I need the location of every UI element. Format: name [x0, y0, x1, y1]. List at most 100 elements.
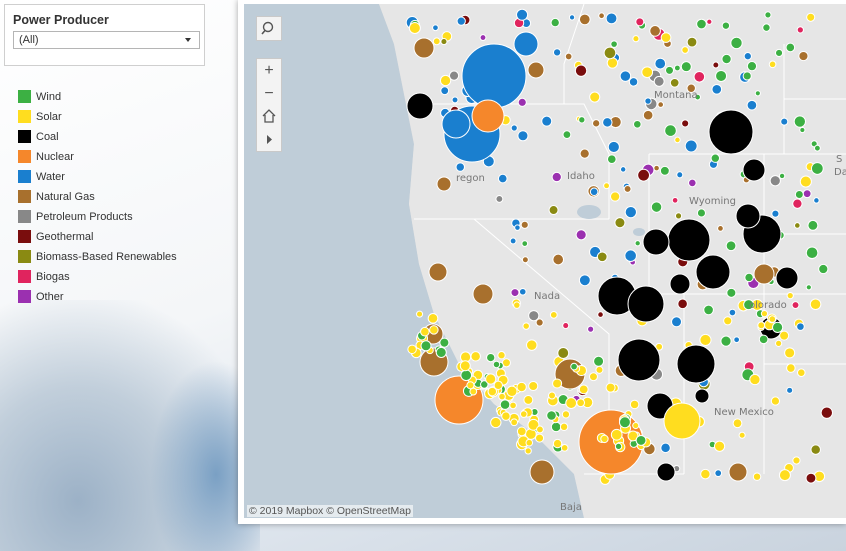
plant-marker[interactable]	[461, 43, 527, 109]
plant-marker[interactable]	[516, 381, 527, 393]
plant-marker[interactable]	[518, 287, 527, 296]
plant-marker[interactable]	[603, 46, 617, 60]
plant-marker[interactable]	[720, 335, 732, 347]
plant-marker[interactable]	[656, 462, 676, 482]
plant-marker[interactable]	[606, 154, 617, 165]
plant-marker[interactable]	[466, 381, 475, 390]
plant-marker[interactable]	[641, 66, 654, 79]
plant-marker[interactable]	[600, 434, 609, 444]
plant-marker[interactable]	[805, 284, 812, 291]
plant-marker[interactable]	[660, 32, 672, 43]
plant-marker[interactable]	[674, 212, 683, 220]
plant-marker[interactable]	[805, 246, 819, 260]
plant-marker[interactable]	[535, 318, 544, 327]
plant-marker[interactable]	[432, 24, 439, 32]
home-icon[interactable]	[257, 105, 281, 128]
plant-marker[interactable]	[664, 124, 677, 137]
plant-marker[interactable]	[791, 301, 800, 310]
plant-marker[interactable]	[680, 61, 692, 73]
plant-marker[interactable]	[523, 395, 534, 405]
plant-marker[interactable]	[811, 162, 824, 175]
power-plant-map[interactable]: Montana Idaho regon Wyoming Nada olorado…	[244, 4, 846, 518]
plant-marker[interactable]	[605, 12, 618, 25]
plant-marker[interactable]	[541, 115, 553, 127]
plant-marker[interactable]	[634, 240, 641, 247]
plant-marker[interactable]	[805, 472, 817, 484]
plant-marker[interactable]	[497, 351, 506, 360]
plant-marker[interactable]	[774, 48, 784, 58]
plant-marker[interactable]	[806, 12, 816, 22]
plant-marker[interactable]	[628, 77, 639, 87]
plant-marker[interactable]	[810, 444, 821, 455]
plant-marker[interactable]	[681, 119, 690, 128]
plant-marker[interactable]	[609, 191, 621, 202]
plant-marker[interactable]	[784, 347, 796, 359]
plant-marker[interactable]	[579, 148, 590, 159]
plant-marker[interactable]	[699, 333, 712, 347]
plant-marker[interactable]	[669, 77, 680, 88]
plant-marker[interactable]	[762, 23, 771, 32]
plant-marker[interactable]	[440, 86, 450, 96]
map-attribution[interactable]: © 2019 Mapbox © OpenStreetMap	[247, 505, 413, 517]
plant-marker[interactable]	[809, 298, 822, 311]
plant-marker[interactable]	[802, 189, 812, 199]
power-producer-select[interactable]: (All)	[13, 31, 200, 49]
plant-marker[interactable]	[607, 140, 620, 154]
plant-marker[interactable]	[420, 340, 432, 352]
plant-marker[interactable]	[528, 380, 539, 392]
plant-marker[interactable]	[516, 426, 527, 437]
plant-marker[interactable]	[721, 21, 731, 30]
search-control[interactable]	[256, 16, 282, 41]
plant-marker[interactable]	[428, 262, 448, 282]
plant-marker[interactable]	[513, 301, 521, 309]
plant-marker[interactable]	[614, 217, 626, 229]
plant-marker[interactable]	[517, 130, 529, 142]
map-canvas[interactable]	[244, 4, 846, 518]
plant-marker[interactable]	[408, 21, 421, 35]
plant-marker[interactable]	[535, 433, 545, 443]
plant-marker[interactable]	[436, 176, 452, 192]
plant-marker[interactable]	[509, 401, 517, 410]
zoom-in-button[interactable]: +	[257, 59, 281, 82]
plant-marker[interactable]	[527, 61, 545, 79]
plant-marker[interactable]	[671, 316, 683, 328]
plant-marker[interactable]	[522, 322, 530, 330]
plant-marker[interactable]	[752, 472, 762, 481]
plant-marker[interactable]	[506, 385, 518, 397]
plant-marker[interactable]	[703, 304, 714, 316]
plant-marker[interactable]	[413, 37, 435, 59]
plant-marker[interactable]	[514, 224, 521, 231]
plant-marker[interactable]	[780, 117, 789, 126]
plant-marker[interactable]	[760, 310, 769, 318]
plant-marker[interactable]	[587, 325, 595, 333]
plant-marker[interactable]	[764, 11, 772, 19]
plant-marker[interactable]	[603, 182, 610, 190]
plant-marker[interactable]	[686, 36, 698, 48]
plant-marker[interactable]	[733, 336, 740, 344]
plant-marker[interactable]	[549, 310, 558, 319]
plant-marker[interactable]	[742, 71, 752, 81]
plant-marker[interactable]	[606, 57, 619, 69]
plant-marker[interactable]	[772, 321, 784, 333]
plant-marker[interactable]	[700, 468, 711, 480]
plant-marker[interactable]	[490, 416, 502, 429]
plant-marker[interactable]	[597, 311, 604, 318]
plant-marker[interactable]	[728, 462, 748, 482]
plant-marker[interactable]	[536, 425, 544, 434]
plant-marker[interactable]	[633, 119, 642, 129]
plant-marker[interactable]	[578, 384, 589, 395]
plant-marker[interactable]	[578, 116, 586, 124]
plant-marker[interactable]	[786, 292, 794, 300]
plant-marker[interactable]	[725, 240, 737, 252]
plant-marker[interactable]	[560, 444, 569, 452]
plant-marker[interactable]	[562, 130, 572, 139]
plant-marker[interactable]	[796, 322, 805, 331]
plant-marker[interactable]	[792, 198, 803, 209]
plant-marker[interactable]	[799, 175, 812, 188]
plant-marker[interactable]	[578, 274, 591, 287]
plant-marker[interactable]	[576, 398, 586, 408]
plant-marker[interactable]	[664, 65, 675, 75]
plant-marker[interactable]	[632, 35, 640, 43]
plant-marker[interactable]	[435, 346, 447, 358]
plant-marker[interactable]	[521, 256, 529, 264]
